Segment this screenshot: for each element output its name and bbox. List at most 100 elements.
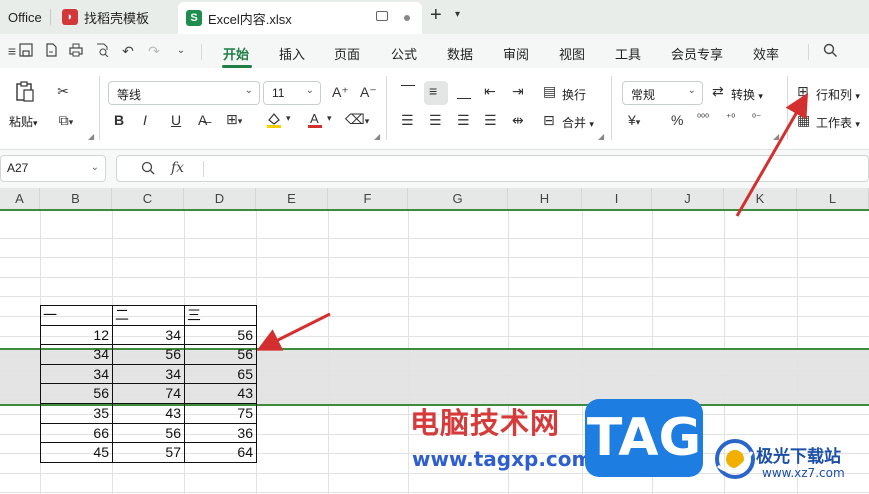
font-shrink-icon[interactable]: A⁻ [360, 84, 377, 101]
menu-member[interactable]: 会员专享 [671, 44, 723, 63]
table-cell[interactable]: 66 [40, 423, 112, 443]
expand-corner-icon[interactable]: ◢ [88, 132, 94, 141]
table-cell[interactable]: 56 [40, 383, 112, 403]
export-pdf-icon[interactable] [43, 43, 59, 59]
table-cell[interactable]: 64 [184, 442, 256, 462]
number-format-select[interactable]: 常规 ⌄ [622, 81, 703, 105]
table-cell[interactable]: 56 [112, 423, 184, 443]
menu-review[interactable]: 审阅 [503, 44, 529, 63]
menu-view[interactable]: 视图 [559, 44, 585, 63]
table-header-cell[interactable]: 二 [112, 305, 184, 325]
column-header[interactable]: H [508, 188, 582, 210]
border-icon[interactable]: ⊞▾ [226, 111, 242, 128]
thousands-separator-icon[interactable]: ⁰⁰⁰ [697, 113, 709, 124]
copy-icon[interactable]: ⧉▾ [54, 112, 78, 129]
distribute-icon[interactable]: ⇹ [512, 112, 524, 129]
indent-increase-icon[interactable]: ⇥ [512, 83, 524, 100]
tab-close-icon[interactable] [404, 15, 410, 21]
align-left-icon[interactable]: ☰ [401, 112, 414, 129]
expand-corner-icon[interactable]: ◢ [598, 132, 604, 141]
menu-page[interactable]: 页面 [334, 44, 360, 63]
worksheet-icon[interactable]: ▦ [797, 112, 810, 129]
print-icon[interactable] [68, 43, 84, 59]
column-header[interactable]: L [797, 188, 869, 210]
increase-decimal-icon[interactable]: ⁺⁰ [726, 113, 735, 124]
table-cell[interactable]: 34 [112, 325, 184, 345]
table-header-cell[interactable]: 三 [184, 305, 256, 325]
tab-office[interactable]: Office [0, 3, 50, 31]
convert-button[interactable]: 转换 ▾ [731, 86, 763, 103]
column-header[interactable]: I [582, 188, 652, 210]
column-header[interactable]: G [408, 188, 508, 210]
font-color-icon[interactable]: A [306, 110, 324, 131]
new-tab-plus-icon[interactable]: + [430, 4, 442, 27]
align-bottom-icon[interactable]: ⎽ [457, 83, 471, 100]
menu-insert[interactable]: 插入 [279, 44, 305, 63]
currency-icon[interactable]: ¥▾ [628, 112, 640, 128]
font-grow-icon[interactable]: A⁺ [332, 84, 349, 101]
column-header[interactable]: A [0, 188, 40, 210]
italic-button[interactable]: I [143, 112, 147, 128]
search-icon[interactable] [822, 43, 838, 59]
align-top-icon[interactable]: ⎺ [401, 83, 415, 100]
table-cell[interactable]: 34 [112, 364, 184, 384]
wrap-text-button[interactable]: 换行 [562, 86, 586, 103]
formula-input[interactable]: fx [116, 155, 869, 182]
chevron-down-icon[interactable]: ▾ [327, 113, 332, 124]
save-icon[interactable] [18, 43, 34, 59]
print-preview-icon[interactable] [94, 43, 110, 59]
tab-excel-file[interactable]: S Excel内容.xlsx [178, 2, 422, 34]
table-cell[interactable]: 57 [112, 442, 184, 462]
convert-icon[interactable]: ⇄ [712, 83, 724, 100]
align-middle-icon[interactable]: ≡ [429, 83, 437, 99]
strikethrough-icon[interactable]: A̶ [198, 112, 207, 128]
menu-data[interactable]: 数据 [447, 44, 473, 63]
table-cell[interactable]: 56 [184, 325, 256, 345]
expand-corner-icon[interactable]: ◢ [773, 132, 779, 141]
menu-formula[interactable]: 公式 [391, 44, 417, 63]
wrap-text-icon[interactable]: ▤ [543, 83, 556, 100]
expand-corner-icon[interactable]: ◢ [374, 132, 380, 141]
menu-home[interactable]: 开始 [223, 44, 249, 63]
menu-efficiency[interactable]: 效率 [753, 44, 779, 63]
table-cell[interactable]: 34 [40, 344, 112, 364]
clear-format-icon[interactable]: ⌫▾ [345, 111, 369, 128]
table-cell[interactable]: 35 [40, 403, 112, 423]
menu-tools[interactable]: 工具 [615, 44, 641, 63]
decrease-decimal-icon[interactable]: ⁰⁻ [752, 113, 761, 124]
name-box[interactable]: A27 ⌄ [0, 155, 106, 182]
column-header[interactable]: D [184, 188, 256, 210]
table-cell[interactable]: 74 [112, 383, 184, 403]
undo-icon[interactable]: ↶ [120, 43, 136, 59]
function-icon[interactable]: fx [171, 160, 184, 176]
paste-icon[interactable] [14, 80, 36, 102]
row-column-icon[interactable]: ⊞ [797, 83, 809, 100]
table-cell[interactable]: 36 [184, 423, 256, 443]
table-cell[interactable]: 45 [40, 442, 112, 462]
paste-button[interactable]: 粘贴▾ [9, 113, 38, 130]
row-column-button[interactable]: 行和列 ▾ [816, 86, 860, 103]
table-header-cell[interactable]: 一 [40, 305, 112, 325]
chevron-down-icon[interactable]: ⌄ [173, 43, 189, 59]
font-name-select[interactable]: 等线 ⌄ [108, 81, 260, 105]
align-center-icon[interactable]: ☰ [429, 112, 442, 129]
table-cell[interactable]: 34 [40, 364, 112, 384]
redo-icon[interactable]: ↷ [146, 43, 162, 59]
cut-icon[interactable]: ✂ [54, 83, 72, 100]
table-cell[interactable]: 75 [184, 403, 256, 423]
table-cell[interactable]: 56 [112, 344, 184, 364]
column-header[interactable]: E [256, 188, 328, 210]
table-cell[interactable]: 43 [184, 383, 256, 403]
justify-icon[interactable]: ☰ [484, 112, 497, 129]
merge-icon[interactable]: ⊟ [543, 112, 555, 129]
percent-icon[interactable]: % [671, 112, 683, 128]
zoom-search-icon[interactable] [141, 161, 155, 178]
worksheet-button[interactable]: 工作表 ▾ [816, 114, 860, 131]
column-header[interactable]: B [40, 188, 112, 210]
font-size-select[interactable]: 11 ⌄ [263, 81, 321, 105]
chevron-down-icon[interactable]: ▾ [286, 113, 291, 124]
column-header[interactable]: C [112, 188, 184, 210]
table-cell[interactable]: 43 [112, 403, 184, 423]
table-cell[interactable]: 56 [184, 344, 256, 364]
underline-button[interactable]: U [171, 112, 181, 128]
